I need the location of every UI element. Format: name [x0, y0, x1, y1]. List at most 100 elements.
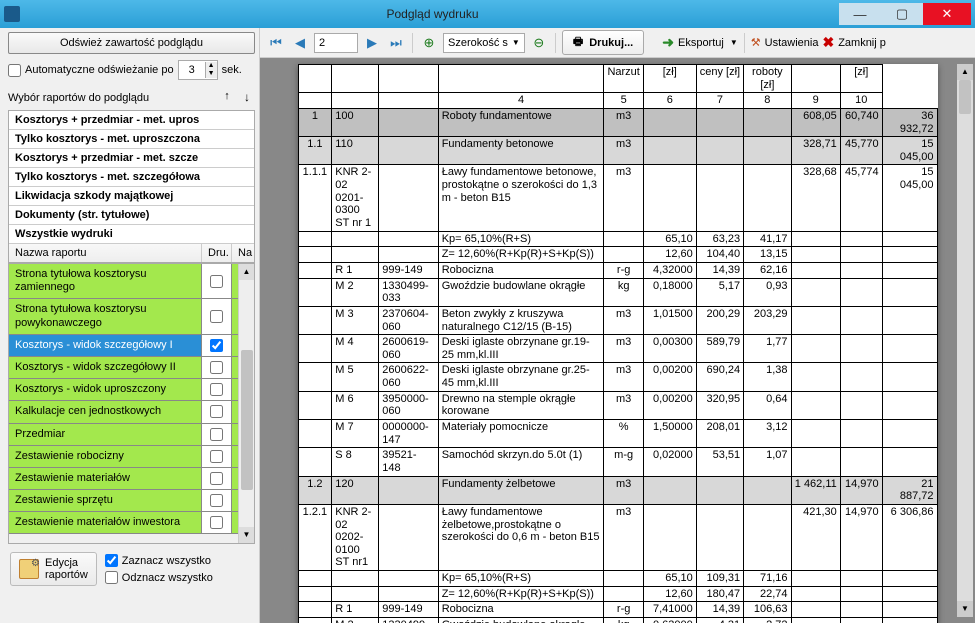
table-row: M 70000000-147Materiały pomocnicze%1,500…	[298, 420, 937, 448]
report-print-checkbox[interactable]	[210, 472, 223, 485]
deselect-all-checkbox[interactable]	[105, 571, 118, 584]
settings-button[interactable]: ⚒Ustawienia	[751, 36, 819, 49]
table-row: Z= 12,60%(R+Kp(R)+S+Kp(S))12,60180,4722,…	[298, 586, 937, 602]
category-item[interactable]: Wszystkie wydruki	[9, 225, 254, 244]
report-name: Zestawienie materiałów	[9, 468, 202, 489]
report-name: Zestawienie robocizny	[9, 446, 202, 467]
report-name: Zestawienie sprzętu	[9, 490, 202, 511]
seconds-unit: sek.	[222, 64, 242, 76]
print-button[interactable]: 🖶Drukuj...	[562, 30, 644, 55]
reports-label: Wybór raportów do podglądu	[8, 92, 149, 104]
refresh-button[interactable]: Odśwież zawartość podglądu	[8, 32, 255, 54]
report-print-checkbox[interactable]	[210, 310, 223, 323]
main-panel: ⏮ ◀ ▶ ⏭ ⊕ Szerokość s▼ ⊖ 🖶Drukuj... ➜Eks…	[260, 28, 975, 623]
preview-vertical-scrollbar[interactable]: ▲ ▼	[957, 64, 973, 617]
report-row[interactable]: Zestawienie materiałów inwestora	[9, 512, 254, 534]
category-item[interactable]: Kosztorys + przedmiar - met. szcze	[9, 149, 254, 168]
edit-reports-button[interactable]: Edycja raportów	[10, 552, 97, 586]
printer-icon: 🖶	[573, 33, 583, 52]
page-preview: Narzut[zł]ceny [zł]roboty [zł][zł]456789…	[298, 64, 938, 623]
report-print-checkbox[interactable]	[210, 516, 223, 529]
chevron-down-icon: ▼	[730, 38, 738, 47]
zoom-select[interactable]: Szerokość s▼	[443, 33, 525, 53]
category-item[interactable]: Dokumenty (str. tytułowe)	[9, 206, 254, 225]
category-item[interactable]: Likwidacja szkody majątkowej	[9, 187, 254, 206]
page-number-input[interactable]	[314, 33, 358, 53]
report-name: Strona tytułowa kosztorysu powykonawczeg…	[9, 299, 202, 333]
report-print-checkbox[interactable]	[210, 361, 223, 374]
col-name: Nazwa raportu	[9, 244, 202, 262]
table-row: Kp= 65,10%(R+S)65,1063,2341,17	[298, 231, 937, 247]
report-row[interactable]: Kosztorys - widok uproszczony	[9, 379, 254, 401]
report-print-checkbox[interactable]	[210, 428, 223, 441]
deselect-all-label: Odznacz wszystko	[122, 572, 213, 584]
titlebar: Podgląd wydruku — ▢ ✕	[0, 0, 975, 28]
close-icon: ✖	[822, 34, 834, 51]
report-print-checkbox[interactable]	[210, 383, 223, 396]
table-row: 1.1.1KNR 2-02 0201-0300 ST nr 1Ławy fund…	[298, 165, 937, 231]
table-row: Kp= 65,10%(R+S)65,10109,3171,16	[298, 571, 937, 587]
next-page-icon[interactable]: ▶	[362, 33, 382, 53]
auto-refresh-checkbox[interactable]	[8, 64, 21, 77]
table-row: M 21330499-033Gwoździe budowlane okrągłe…	[298, 617, 937, 623]
edit-icon	[19, 559, 39, 579]
minimize-button[interactable]: —	[839, 3, 881, 25]
sidebar: Odśwież zawartość podglądu Automatyczne …	[0, 28, 260, 623]
table-row: M 63950000-060Drewno na stemple okrągłe …	[298, 391, 937, 419]
report-row[interactable]: Strona tytułowa kosztorysu powykonawczeg…	[9, 299, 254, 334]
scroll-down-icon[interactable]: ▼	[239, 527, 254, 543]
category-item[interactable]: Kosztorys + przedmiar - met. upros	[9, 111, 254, 130]
report-name: Kosztorys - widok szczegółowy I	[9, 335, 202, 356]
zoom-in-icon[interactable]: ⊕	[419, 33, 439, 53]
report-name: Przedmiar	[9, 424, 202, 445]
report-print-checkbox[interactable]	[210, 494, 223, 507]
category-item[interactable]: Tylko kosztorys - met. uproszczona	[9, 130, 254, 149]
table-row: M 52600622-060Deski iglaste obrzynane gr…	[298, 363, 937, 391]
move-down-icon[interactable]: ↓	[239, 90, 255, 106]
table-row: 1100Roboty fundamentowem3608,0560,74036 …	[298, 108, 937, 136]
last-page-icon[interactable]: ⏭	[386, 33, 406, 53]
report-row[interactable]: Strona tytułowa kosztorysu zamiennego	[9, 264, 254, 299]
move-up-icon[interactable]: ↑	[219, 90, 235, 106]
report-row[interactable]: Kosztorys - widok szczegółowy I	[9, 335, 254, 357]
window-close-button[interactable]: ✕	[923, 3, 971, 25]
report-list-scrollbar[interactable]: ▲ ▼	[238, 264, 254, 543]
zoom-out-icon[interactable]: ⊖	[529, 33, 549, 53]
report-print-checkbox[interactable]	[210, 339, 223, 352]
app-icon	[4, 6, 20, 22]
maximize-button[interactable]: ▢	[881, 3, 923, 25]
table-row: R 1999-149Robociznar-g4,3200014,3962,16	[298, 262, 937, 278]
chevron-down-icon: ▼	[512, 38, 520, 47]
report-row[interactable]: Zestawienie materiałów	[9, 468, 254, 490]
auto-refresh-label: Automatyczne odświeżanie po	[25, 64, 174, 76]
table-row: 1.1110Fundamenty betonowem3328,7145,7701…	[298, 137, 937, 165]
prev-page-icon[interactable]: ◀	[290, 33, 310, 53]
table-row: S 839521-148Samochód skrzyn.do 5.0t (1)m…	[298, 448, 937, 476]
report-print-checkbox[interactable]	[210, 405, 223, 418]
settings-icon: ⚒	[751, 36, 761, 49]
report-row[interactable]: Zestawienie sprzętu	[9, 490, 254, 512]
first-page-icon[interactable]: ⏮	[266, 33, 286, 53]
report-name: Kosztorys - widok uproszczony	[9, 379, 202, 400]
table-row: R 1999-149Robociznar-g7,4100014,39106,63	[298, 602, 937, 618]
spin-up-icon[interactable]: ▲	[205, 62, 217, 70]
scroll-thumb[interactable]	[241, 350, 253, 490]
report-row[interactable]: Zestawienie robocizny	[9, 446, 254, 468]
spin-down-icon[interactable]: ▼	[205, 70, 217, 78]
export-button[interactable]: ➜Eksportuj▼	[662, 34, 738, 51]
table-row: M 21330499-033Gwoździe budowlane okrągłe…	[298, 278, 937, 306]
report-print-checkbox[interactable]	[210, 275, 223, 288]
report-print-checkbox[interactable]	[210, 450, 223, 463]
report-row[interactable]: Kosztorys - widok szczegółowy II	[9, 357, 254, 379]
scroll-up-icon[interactable]: ▲	[239, 264, 254, 280]
auto-refresh-seconds[interactable]: 3 ▲▼	[178, 60, 218, 80]
table-row: M 42600619-060Deski iglaste obrzynane gr…	[298, 335, 937, 363]
cost-table: Narzut[zł]ceny [zł]roboty [zł][zł]456789…	[298, 64, 938, 623]
toolbar: ⏮ ◀ ▶ ⏭ ⊕ Szerokość s▼ ⊖ 🖶Drukuj... ➜Eks…	[260, 28, 975, 58]
category-item[interactable]: Tylko kosztorys - met. szczegółowa	[9, 168, 254, 187]
report-row[interactable]: Kalkulacje cen jednostkowych	[9, 401, 254, 423]
report-row[interactable]: Przedmiar	[9, 424, 254, 446]
select-all-checkbox[interactable]	[105, 554, 118, 567]
close-preview-button[interactable]: ✖Zamknij p	[822, 34, 885, 51]
table-row: 1.2120Fundamenty żelbetowem31 462,1114,9…	[298, 476, 937, 504]
